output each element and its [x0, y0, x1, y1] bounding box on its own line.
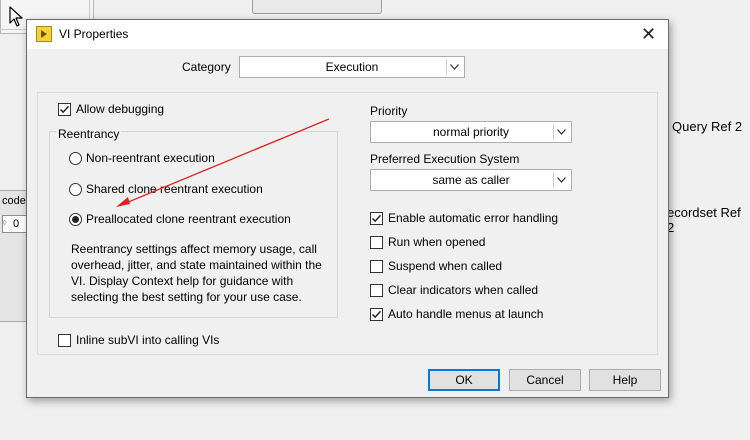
category-dropdown[interactable]: Execution: [239, 56, 465, 78]
reentrancy-legend: Reentrancy: [56, 127, 122, 141]
checkbox-unchecked-icon: [370, 235, 383, 249]
chevron-down-icon: [553, 124, 569, 140]
vi-properties-dialog: VI Properties ✕ Category Execution Allow…: [26, 19, 669, 398]
chevron-down-icon: [553, 172, 569, 188]
priority-value: normal priority: [432, 125, 510, 139]
radio-label: Shared clone reentrant execution: [86, 182, 263, 196]
radio-unselected-icon: [69, 151, 82, 165]
checkbox-label: Suspend when called: [388, 259, 503, 273]
reentrancy-description: Reentrancy settings affect memory usage,…: [71, 242, 322, 304]
background-code-label: code: [2, 195, 26, 207]
suspend-when-called-checkbox[interactable]: Suspend when called: [370, 259, 502, 273]
chevron-down-icon: [446, 59, 462, 75]
checkbox-unchecked-icon: [370, 259, 383, 273]
checkbox-label: Enable automatic error handling: [388, 211, 559, 225]
checkbox-label: Run when opened: [388, 235, 486, 249]
checkbox-checked-icon: [370, 211, 383, 225]
cancel-button[interactable]: Cancel: [509, 369, 581, 391]
radio-label: Non-reentrant execution: [86, 151, 215, 165]
title-bar[interactable]: VI Properties ✕: [27, 20, 668, 49]
execution-system-label: Preferred Execution System: [370, 152, 520, 166]
auto-handle-menus-checkbox[interactable]: Auto handle menus at launch: [370, 307, 543, 321]
help-button[interactable]: Help: [589, 369, 661, 391]
category-value: Execution: [325, 60, 379, 74]
priority-label: Priority: [370, 104, 408, 118]
close-button[interactable]: ✕: [629, 20, 668, 49]
radio-unselected-icon: [69, 182, 82, 196]
labview-vi-icon: [36, 26, 52, 42]
checkbox-label: Clear indicators when called: [388, 283, 539, 297]
ok-button[interactable]: OK: [428, 369, 500, 391]
radio-non-reentrant[interactable]: Non-reentrant execution: [69, 151, 215, 165]
checkbox-checked-icon: [370, 307, 383, 321]
checkbox-unchecked-icon: [58, 333, 71, 347]
clear-indicators-checkbox[interactable]: Clear indicators when called: [370, 283, 538, 297]
radio-shared-clone[interactable]: Shared clone reentrant execution: [69, 182, 263, 196]
inline-subvi-checkbox[interactable]: Inline subVI into calling VIs: [58, 333, 219, 347]
mouse-cursor-icon: [9, 6, 25, 28]
execution-system-value: same as caller: [432, 173, 510, 187]
run-when-opened-checkbox[interactable]: Run when opened: [370, 235, 485, 249]
increment-icon: ◊: [3, 220, 7, 227]
checkbox-unchecked-icon: [370, 283, 383, 297]
checkbox-label: Auto handle menus at launch: [388, 307, 544, 321]
allow-debugging-label: Allow debugging: [76, 102, 165, 116]
close-icon: ✕: [640, 24, 657, 44]
inline-subvi-label: Inline subVI into calling VIs: [76, 333, 220, 347]
checkbox-checked-icon: [58, 102, 71, 116]
priority-dropdown[interactable]: normal priority: [370, 121, 572, 143]
background-label-recordset-ref: ecordset Ref 2: [667, 205, 741, 235]
radio-preallocated-clone[interactable]: Preallocated clone reentrant execution: [69, 212, 291, 226]
enable-error-handling-checkbox[interactable]: Enable automatic error handling: [370, 211, 558, 225]
background-control: [252, 0, 382, 14]
background-label-query-ref: Query Ref 2: [672, 119, 743, 134]
category-label: Category: [182, 60, 231, 74]
execution-system-dropdown[interactable]: same as caller: [370, 169, 572, 191]
radio-label: Preallocated clone reentrant execution: [86, 212, 291, 226]
dialog-title: VI Properties: [59, 27, 129, 41]
allow-debugging-checkbox[interactable]: Allow debugging: [58, 102, 164, 116]
radio-selected-icon: [69, 212, 82, 226]
